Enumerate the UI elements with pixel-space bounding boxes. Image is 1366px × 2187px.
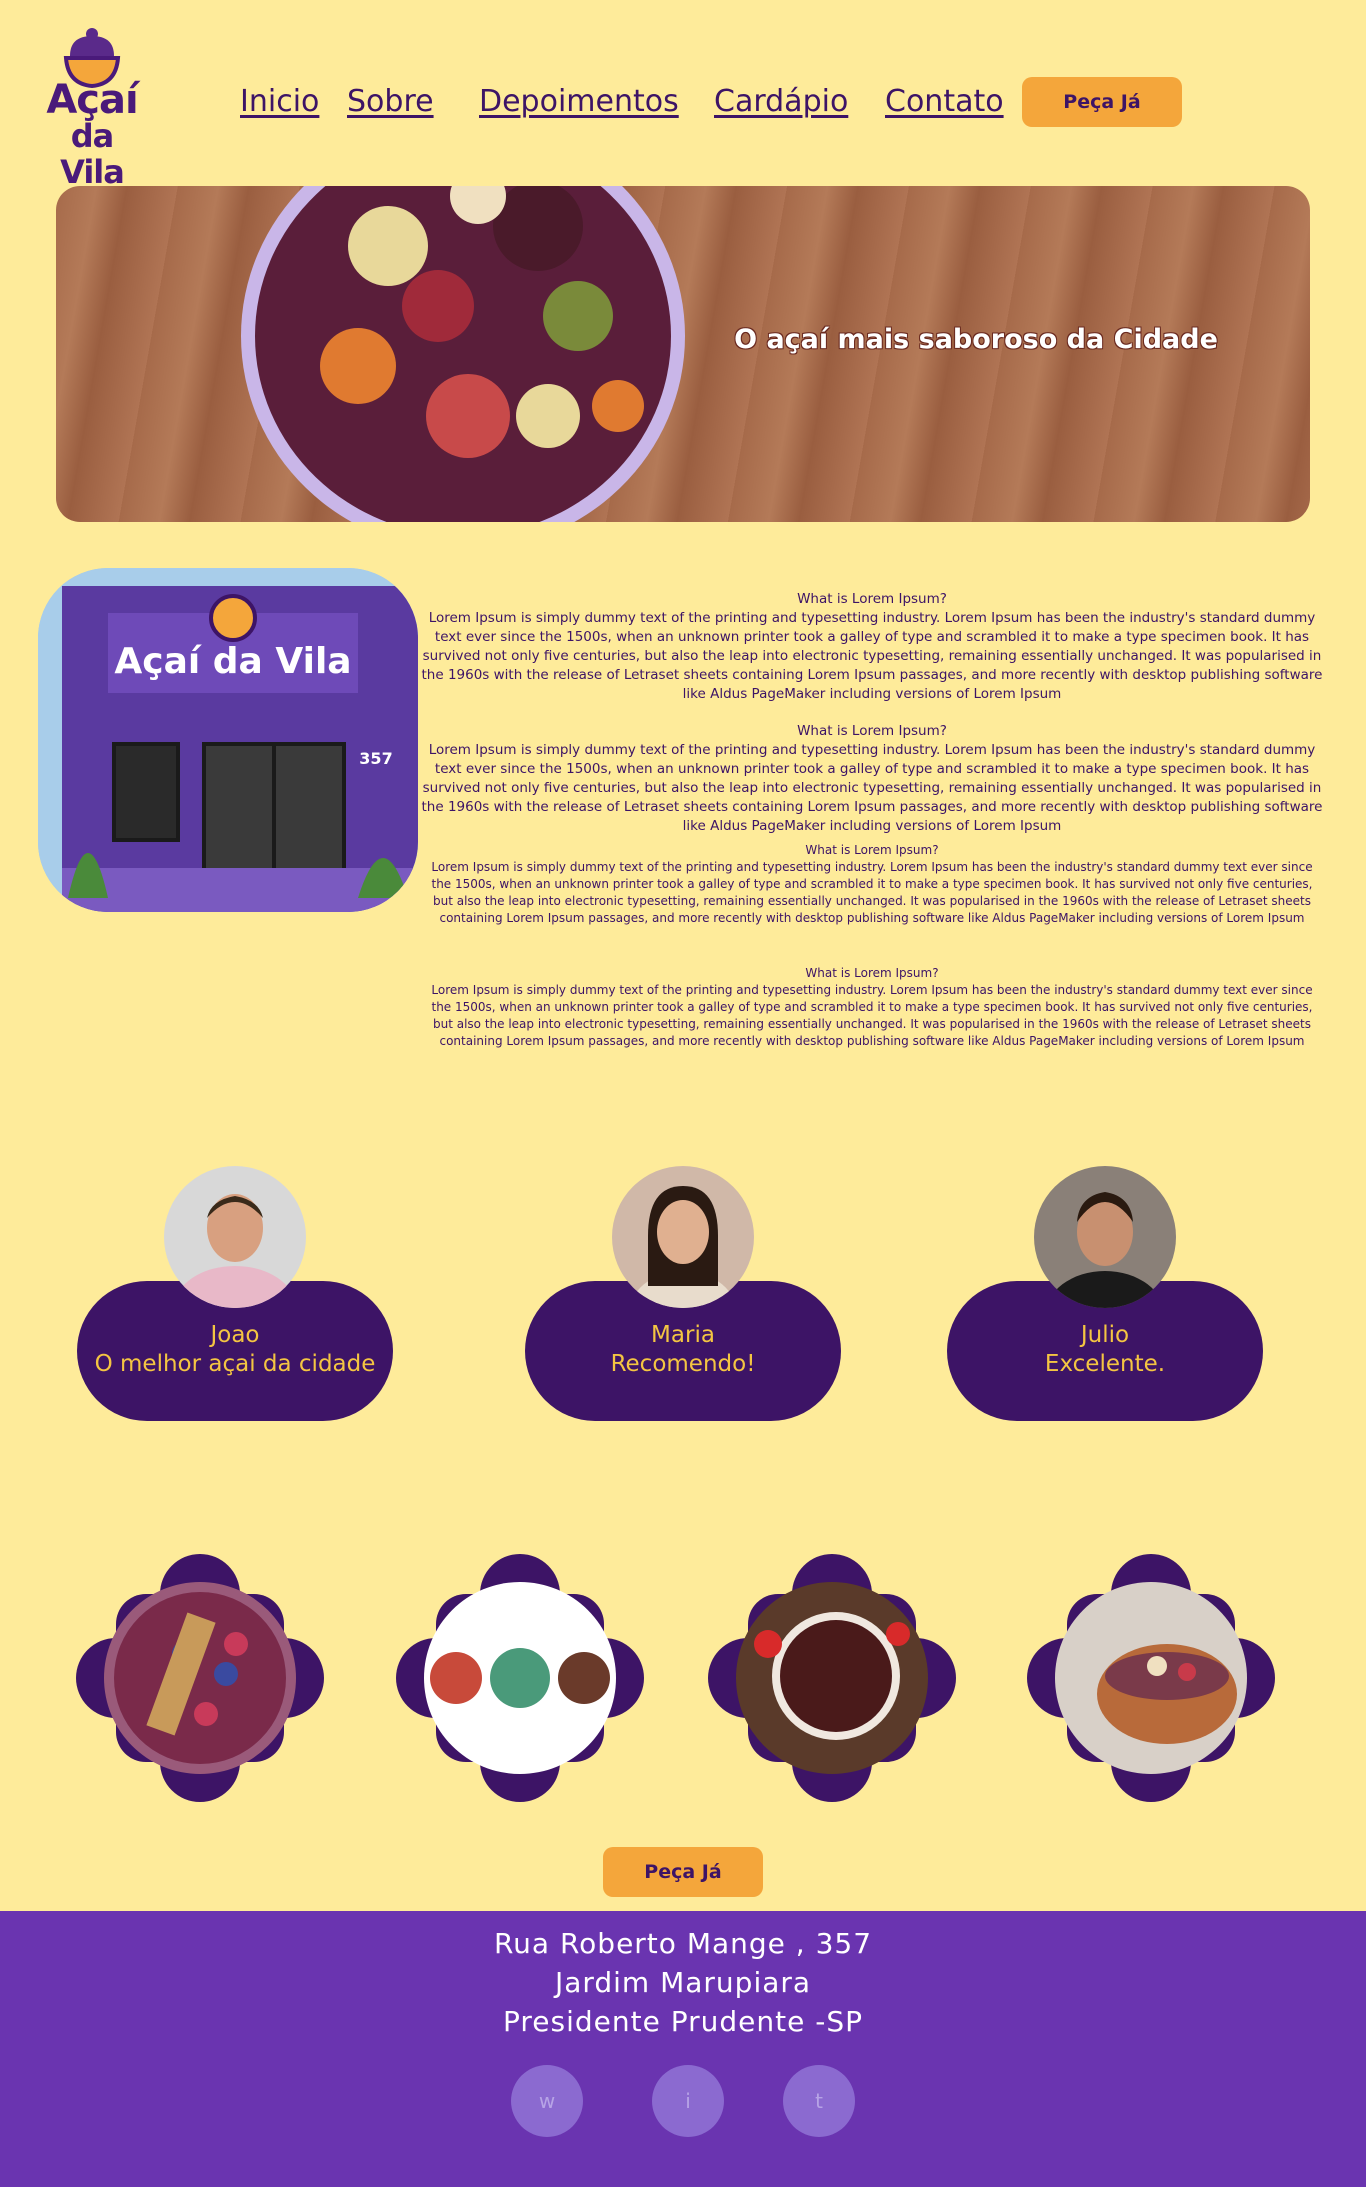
about-heading-2: What is Lorem Ipsum? xyxy=(797,723,947,739)
testimonial-name: Maria xyxy=(651,1322,715,1348)
menu-item-acai-berries[interactable] xyxy=(76,1554,324,1802)
avatar-julio xyxy=(1034,1166,1176,1308)
testimonial-quote: Recomendo! xyxy=(610,1351,756,1377)
about-text-3: Lorem Ipsum is simply dummy text of the … xyxy=(431,860,1313,925)
menu-item-acai-cream[interactable] xyxy=(708,1554,956,1802)
about-block-3: What is Lorem Ipsum? Lorem Ipsum is simp… xyxy=(420,842,1324,927)
menu-item-acai-bowl[interactable] xyxy=(1027,1554,1275,1802)
acai-cup-image xyxy=(241,186,685,522)
address-line-3: Presidente Prudente -SP xyxy=(503,2005,863,2038)
brand-line1: Açaí xyxy=(46,77,138,123)
avatar-joao xyxy=(164,1166,306,1308)
about-text-4: Lorem Ipsum is simply dummy text of the … xyxy=(431,983,1313,1048)
nav-link-depoimentos[interactable]: Depoimentos xyxy=(479,84,679,119)
about-heading-3: What is Lorem Ipsum? xyxy=(805,843,939,857)
testimonial-quote: Excelente. xyxy=(1044,1351,1166,1377)
testimonial-name: Julio xyxy=(1080,1322,1130,1348)
nav-link-inicio[interactable]: Inicio xyxy=(240,84,319,119)
about-heading-4: What is Lorem Ipsum? xyxy=(805,966,939,980)
about-text-2: Lorem Ipsum is simply dummy text of the … xyxy=(421,742,1323,834)
menu-item-acai-trio[interactable] xyxy=(396,1554,644,1802)
brand-logo[interactable]: Açaí da Vila xyxy=(36,26,148,190)
brand-logo-text: Açaí da Vila xyxy=(36,77,148,191)
order-button-header[interactable]: Peça Já xyxy=(1022,77,1182,127)
about-text-1: Lorem Ipsum is simply dummy text of the … xyxy=(421,610,1323,702)
store-sign-text: Açaí da Vila xyxy=(114,641,351,682)
about-heading-1: What is Lorem Ipsum? xyxy=(797,591,947,607)
nav-link-contato[interactable]: Contato xyxy=(885,84,1004,119)
hero-title: O açaí mais saboroso da Cidade xyxy=(734,324,1218,355)
store-number-text: 357 xyxy=(359,749,392,768)
brand-line2: da Vila xyxy=(60,117,125,191)
nav-link-cardapio[interactable]: Cardápio xyxy=(714,84,848,119)
about-block-2: What is Lorem Ipsum? Lorem Ipsum is simp… xyxy=(420,722,1324,836)
store-facade-image: Açaí da Vila 357 xyxy=(38,568,418,912)
about-block-1: What is Lorem Ipsum? Lorem Ipsum is simp… xyxy=(420,590,1324,704)
testimonial-name: Joao xyxy=(210,1322,260,1348)
hero-banner: O açaí mais saboroso da Cidade xyxy=(56,186,1310,522)
testimonial-quote: O melhor açai da cidade xyxy=(94,1351,376,1377)
site-footer: Rua Roberto Mange , 357 Jardim Marupiara… xyxy=(0,1911,1366,2187)
twitter-icon[interactable]: t xyxy=(783,2065,855,2137)
nav-link-sobre[interactable]: Sobre xyxy=(347,84,434,119)
order-button-gallery[interactable]: Peça Já xyxy=(603,1847,763,1897)
site-header: Açaí da Vila Inicio Sobre Depoimentos Ca… xyxy=(0,0,1366,190)
address-line-1: Rua Roberto Mange , 357 xyxy=(493,1927,873,1960)
whatsapp-icon[interactable]: w xyxy=(511,2065,583,2137)
about-block-4: What is Lorem Ipsum? Lorem Ipsum is simp… xyxy=(420,965,1324,1050)
avatar-maria xyxy=(612,1166,754,1308)
instagram-icon[interactable]: i xyxy=(652,2065,724,2137)
address-line-2: Jardim Marupiara xyxy=(554,1966,812,1999)
